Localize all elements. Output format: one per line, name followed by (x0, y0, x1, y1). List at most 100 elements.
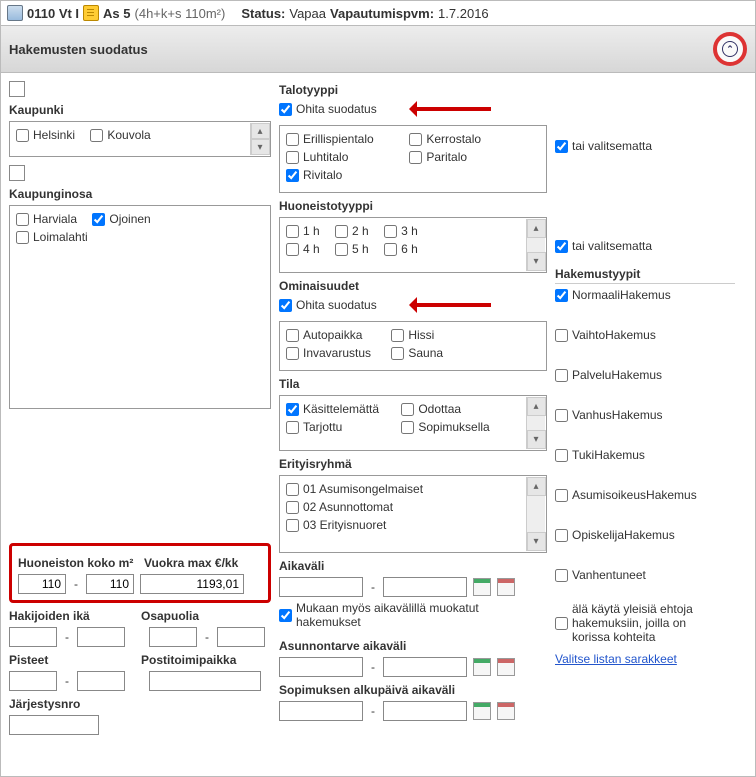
sopimus-to-input[interactable] (383, 701, 467, 721)
list-item: 2 h (335, 224, 369, 238)
window-titlebar: 0110 Vt I As 5 (4h+k+s 110m²) Status: Va… (0, 0, 756, 26)
kaupunki-item: Kouvola (90, 128, 150, 142)
chevron-up-icon[interactable]: ▴ (527, 397, 546, 416)
section-header: Hakemusten suodatus ⌃ (0, 26, 756, 73)
chevron-up-icon[interactable]: ▴ (527, 219, 546, 238)
list-item: Invavarustus (286, 346, 376, 360)
valitse-sarakkeet-link[interactable]: Valitse listan sarakkeet (555, 652, 735, 666)
ominaisuudet-listbox[interactable]: Autopaikka Hissi Invavarustus Sauna (279, 321, 547, 371)
party-to-input[interactable] (217, 627, 265, 647)
aikavali-to-input[interactable] (383, 577, 467, 597)
points-from-input[interactable] (9, 671, 57, 691)
huoneistotyyppi-label: Huoneistotyyppi (279, 199, 547, 213)
asunnontarve-to-input[interactable] (383, 657, 467, 677)
status-label: Status: (241, 6, 285, 21)
chevron-down-icon[interactable]: ▾ (527, 252, 546, 271)
kaupunginosa-master-checkbox[interactable] (9, 165, 25, 181)
aikavali-from-input[interactable] (279, 577, 363, 597)
as-meta: (4h+k+s 110m²) (135, 6, 226, 21)
list-item: Autopaikka (286, 328, 376, 342)
calendar-icon[interactable] (497, 658, 515, 676)
calendar-icon[interactable] (473, 702, 491, 720)
chevron-down-icon[interactable]: ▾ (527, 430, 546, 449)
unit-code: 0110 Vt I (27, 6, 79, 21)
chevron-up-icon[interactable]: ▴ (527, 477, 546, 496)
calendar-icon[interactable] (473, 578, 491, 596)
ohita-suodatus-talotyyppi[interactable]: Ohita suodatus (279, 101, 535, 117)
order-input[interactable] (9, 715, 99, 735)
chevron-down-icon[interactable]: ▾ (527, 532, 546, 551)
scrollbar[interactable]: ▴▾ (526, 477, 545, 551)
scrollbar[interactable]: ▴▾ (250, 123, 269, 155)
points-to-input[interactable] (77, 671, 125, 691)
list-item: 1 h (286, 224, 320, 238)
hake-item: AsumisoikeusHakemus (555, 488, 723, 502)
chevron-up-icon[interactable]: ▴ (251, 123, 270, 139)
age-from-input[interactable] (9, 627, 57, 647)
chevron-up-icon: ⌃ (726, 44, 734, 55)
scrollbar[interactable]: ▴▾ (526, 219, 545, 271)
list-item: Paritalo (409, 150, 467, 164)
party-from-input[interactable] (149, 627, 197, 647)
printer-icon (7, 5, 23, 21)
list-item: Sopimuksella (401, 420, 489, 434)
kaupunki-label: Kaupunki (9, 103, 271, 117)
mukaan-checkbox[interactable]: Mukaan myös aikavälillä muokatut hakemuk… (279, 601, 529, 629)
chevron-down-icon[interactable]: ▾ (251, 139, 270, 155)
rent-label: Vuokra max €/kk (144, 556, 238, 570)
list-item: Käsittelemättä (286, 402, 386, 416)
age-label: Hakijoiden ikä (9, 609, 135, 623)
list-item: Hissi (391, 328, 434, 342)
list-item: Rivitalo (286, 168, 342, 182)
collapse-button[interactable]: ⌃ (722, 41, 738, 57)
size-to-input[interactable] (86, 574, 134, 594)
tai-valitsematta-2[interactable]: tai valitsematta (555, 239, 723, 253)
red-arrow-annotation (401, 101, 491, 117)
rent-input[interactable] (140, 574, 244, 594)
hake-item: VaihtoHakemus (555, 328, 723, 342)
kaupunki-item: Helsinki (16, 128, 75, 142)
document-icon (83, 5, 99, 21)
calendar-icon[interactable] (497, 702, 515, 720)
hake-item: NormaaliHakemus (555, 288, 723, 302)
kaupunki-master-checkbox[interactable] (9, 81, 25, 97)
list-item: 03 Erityisnuoret (286, 518, 386, 532)
as-label: As 5 (103, 6, 130, 21)
calendar-icon[interactable] (473, 658, 491, 676)
kaupunginosa-listbox[interactable]: Harviala Ojoinen Loimalahti (9, 205, 271, 409)
list-item: 4 h (286, 242, 320, 256)
erityisryhma-listbox[interactable]: 01 Asumisongelmaiset 02 Asunnottomat 03 … (279, 475, 547, 553)
post-label: Postitoimipaikka (141, 653, 236, 667)
hake-item: OpiskelijaHakemus (555, 528, 723, 542)
post-input[interactable] (149, 671, 261, 691)
filter-body: Kaupunki Helsinki Kouvola ▴▾ Kaupunginos… (0, 73, 756, 777)
ala-kayta-checkbox[interactable]: älä käytä yleisiä ehtoja hakemuksiin, jo… (555, 602, 723, 644)
hake-item: Vanhentuneet (555, 568, 723, 582)
list-item: 01 Asumisongelmaiset (286, 482, 423, 496)
scrollbar[interactable]: ▴▾ (526, 397, 545, 449)
tila-listbox[interactable]: Käsittelemättä Odottaa Tarjottu Sopimuks… (279, 395, 547, 451)
list-item: 02 Asunnottomat (286, 500, 393, 514)
ohita-suodatus-ominaisuudet[interactable]: Ohita suodatus (279, 297, 535, 313)
points-label: Pisteet (9, 653, 135, 667)
kaupunki-listbox[interactable]: Helsinki Kouvola ▴▾ (9, 121, 271, 157)
asunnontarve-from-input[interactable] (279, 657, 363, 677)
list-item: Kerrostalo (409, 132, 481, 146)
calendar-icon[interactable] (497, 578, 515, 596)
aikavali-label: Aikaväli (279, 559, 547, 573)
tai-valitsematta-1[interactable]: tai valitsematta (555, 139, 723, 153)
huoneistotyyppi-listbox[interactable]: 1 h 2 h 3 h 4 h 5 h 6 h ▴▾ (279, 217, 547, 273)
column-left: Kaupunki Helsinki Kouvola ▴▾ Kaupunginos… (9, 81, 271, 735)
red-arrow-annotation (401, 297, 491, 313)
age-to-input[interactable] (77, 627, 125, 647)
talotyyppi-listbox[interactable]: Erillispientalo Kerrostalo Luhtitalo Par… (279, 125, 547, 193)
list-item: Luhtitalo (286, 150, 394, 164)
ominaisuudet-label: Ominaisuudet (279, 279, 547, 293)
hake-item: PalveluHakemus (555, 368, 723, 382)
list-item: Tarjottu (286, 420, 386, 434)
release-value: 1.7.2016 (438, 6, 489, 21)
size-from-input[interactable] (18, 574, 66, 594)
asunnontarve-label: Asunnontarve aikaväli (279, 639, 547, 653)
sopimus-label: Sopimuksen alkupäivä aikaväli (279, 683, 547, 697)
sopimus-from-input[interactable] (279, 701, 363, 721)
